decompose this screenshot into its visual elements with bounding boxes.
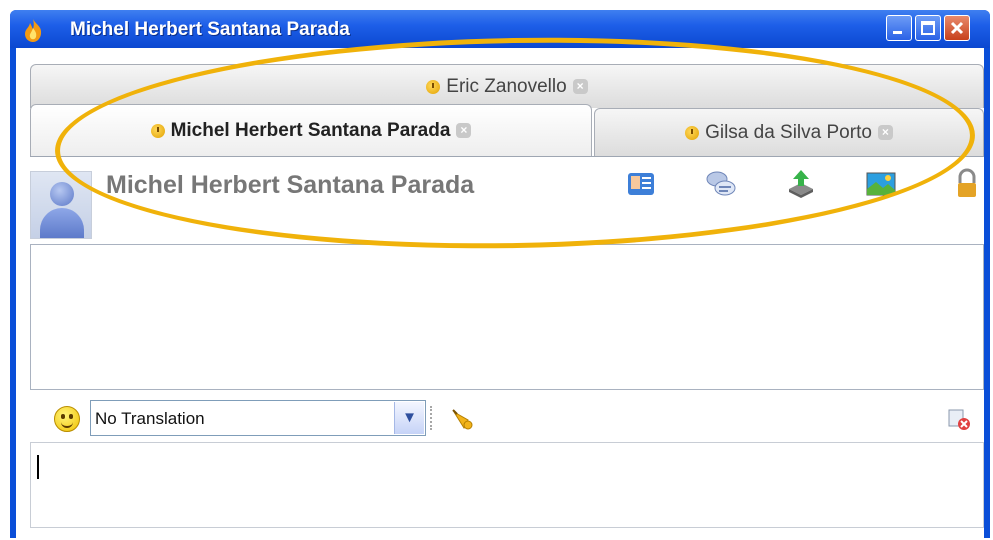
tab-label: Gilsa da Silva Porto	[705, 121, 872, 143]
title-bar[interactable]: Michel Herbert Santana Parada	[10, 10, 990, 48]
close-icon	[950, 21, 964, 35]
translation-select[interactable]: No Translation ▼	[90, 400, 426, 436]
send-file-icon[interactable]	[784, 167, 818, 201]
maximize-button[interactable]	[915, 15, 941, 41]
window-title: Michel Herbert Santana Parada	[70, 19, 350, 40]
tab-eric-zanovello[interactable]: Eric Zanovello ×	[30, 64, 984, 108]
message-input[interactable]	[30, 442, 984, 528]
translation-value: No Translation	[95, 409, 205, 428]
avatar	[30, 171, 92, 239]
toolbar-separator	[430, 406, 436, 430]
minimize-button[interactable]	[886, 15, 912, 41]
tab-gilsa-da-silva-porto[interactable]: Gilsa da Silva Porto ×	[594, 108, 984, 156]
picture-icon[interactable]	[864, 167, 898, 201]
contact-name: Michel Herbert Santana Parada	[106, 171, 475, 199]
chevron-down-icon[interactable]: ▼	[394, 402, 424, 434]
tab-label: Eric Zanovello	[446, 75, 567, 97]
bell-icon[interactable]	[450, 406, 476, 432]
tab-label: Michel Herbert Santana Parada	[170, 119, 451, 141]
contact-card-icon[interactable]	[624, 167, 658, 201]
message-history[interactable]	[30, 244, 984, 390]
clock-icon	[426, 79, 441, 94]
close-button[interactable]	[944, 15, 970, 41]
tab-michel-herbert-santana-parada[interactable]: Michel Herbert Santana Parada ×	[30, 104, 592, 156]
contact-header: Michel Herbert Santana Parada	[30, 156, 984, 239]
text-caret	[37, 455, 39, 479]
close-tab-icon[interactable]: ×	[572, 79, 588, 94]
minimize-icon	[893, 31, 902, 34]
clock-icon	[150, 123, 165, 138]
lock-icon[interactable]	[950, 167, 984, 201]
chat-window: Michel Herbert Santana Parada Eric Zanov…	[10, 10, 990, 538]
clock-icon	[685, 125, 700, 140]
close-tab-icon[interactable]: ×	[456, 123, 472, 138]
tab-strip: Eric Zanovello × Michel Herbert Santana …	[16, 48, 984, 156]
clear-history-icon[interactable]	[946, 406, 972, 432]
maximize-icon	[921, 21, 935, 35]
smiley-icon[interactable]	[54, 406, 80, 432]
flame-app-icon	[25, 19, 42, 42]
chat-bubbles-icon[interactable]	[704, 167, 738, 201]
compose-toolbar: No Translation ▼	[30, 396, 984, 440]
chat-client-area: Eric Zanovello × Michel Herbert Santana …	[16, 48, 984, 538]
close-tab-icon[interactable]: ×	[877, 125, 893, 140]
